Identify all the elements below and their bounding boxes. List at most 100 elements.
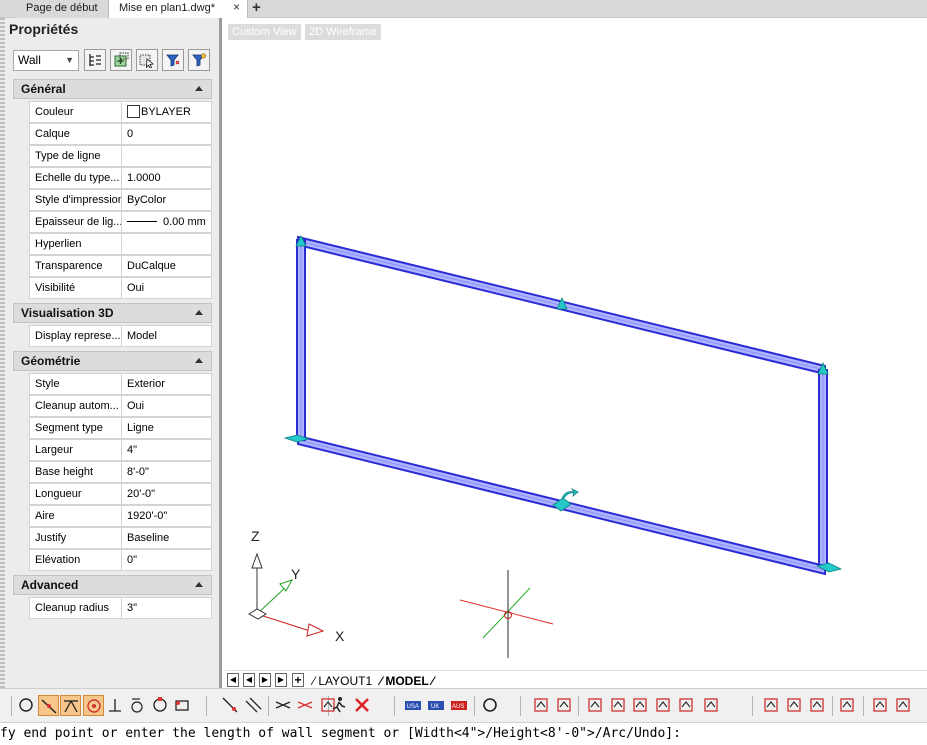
tab-start-page[interactable]: Page de début — [16, 0, 108, 18]
slab-button[interactable] — [653, 695, 674, 716]
property-value[interactable]: Baseline — [121, 527, 212, 549]
property-row[interactable]: Base height 8'-0" — [13, 461, 212, 483]
snap-insertion-button[interactable] — [172, 695, 193, 716]
column-button[interactable] — [676, 695, 697, 716]
snap-nearest-button[interactable] — [220, 695, 241, 716]
property-row[interactable]: Cleanup autom... Oui — [13, 395, 212, 417]
entity-type-select[interactable]: Wall ▼ — [13, 50, 79, 71]
wall-entity[interactable] — [296, 235, 828, 576]
property-row[interactable]: Type de ligne — [13, 145, 212, 167]
snap-parallel-button[interactable] — [243, 695, 264, 716]
snap-perpendicular-button[interactable] — [105, 695, 126, 716]
property-value[interactable]: Oui — [121, 395, 212, 417]
snap-intersection-button[interactable] — [295, 695, 316, 716]
command-line[interactable]: fy end point or enter the length of wall… — [0, 722, 927, 745]
tab-drawing[interactable]: Mise en plan1.dwg* — [108, 0, 248, 18]
property-value[interactable]: 4" — [121, 439, 212, 461]
drawing-canvas[interactable]: Custom View 2D Wireframe Z Y X — [225, 18, 927, 670]
snap-quadrant-button[interactable] — [150, 695, 171, 716]
property-value[interactable]: ByColor — [121, 189, 212, 211]
snap-node-button[interactable] — [83, 695, 104, 716]
first-layout-icon[interactable]: ◀ — [227, 673, 239, 687]
property-value[interactable]: Exterior — [121, 373, 212, 395]
toggle-pickadd-button[interactable] — [84, 49, 106, 71]
property-row[interactable]: Visibilité Oui — [13, 277, 212, 299]
property-row[interactable]: Calque 0 — [13, 123, 212, 145]
section-general-header[interactable]: Général — [13, 79, 212, 99]
property-value[interactable]: DuCalque — [121, 255, 212, 277]
roof-button[interactable] — [784, 695, 805, 716]
property-value[interactable]: 0 — [121, 123, 212, 145]
property-row[interactable]: Hyperlien — [13, 233, 212, 255]
add-layout-button[interactable]: + — [292, 673, 304, 687]
section-advanced-header[interactable]: Advanced — [13, 575, 212, 595]
last-layout-icon[interactable]: ▶ — [275, 673, 287, 687]
property-value[interactable]: 20'-0" — [121, 483, 212, 505]
property-row[interactable]: Elévation 0" — [13, 549, 212, 571]
space-button[interactable] — [837, 695, 858, 716]
snap-midpoint-button[interactable] — [38, 695, 59, 716]
property-row[interactable]: Style d'impression ByColor — [13, 189, 212, 211]
snap-tangent-button[interactable] — [127, 695, 148, 716]
property-value[interactable]: BYLAYER — [121, 101, 212, 123]
property-row[interactable]: Longueur 20'-0" — [13, 483, 212, 505]
track-button[interactable] — [329, 695, 350, 716]
quick-select-button[interactable] — [136, 49, 158, 71]
wall-button[interactable] — [531, 695, 552, 716]
close-tab-icon[interactable]: × — [233, 0, 240, 14]
beam-button[interactable] — [701, 695, 722, 716]
next-layout-icon[interactable]: ▶ — [259, 673, 271, 687]
property-value[interactable] — [121, 233, 212, 255]
snap-center-button[interactable] — [60, 695, 81, 716]
aus-button[interactable]: AUS — [449, 695, 470, 716]
property-value[interactable]: Oui — [121, 277, 212, 299]
opening-button[interactable] — [608, 695, 629, 716]
section-geometry-header[interactable]: Géométrie — [13, 351, 212, 371]
door-button[interactable] — [585, 695, 606, 716]
uk-button[interactable]: UK — [426, 695, 447, 716]
curtain-wall-button[interactable] — [807, 695, 828, 716]
tab-model[interactable]: ⁄ MODEL ⁄ — [380, 673, 434, 689]
property-row[interactable]: Cleanup radius 3" — [13, 597, 212, 619]
clear-snaps-button[interactable] — [352, 695, 373, 716]
property-row[interactable]: Justify Baseline — [13, 527, 212, 549]
filter-settings-button[interactable] — [188, 49, 210, 71]
zone-button[interactable] — [870, 695, 891, 716]
property-value[interactable]: Ligne — [121, 417, 212, 439]
stair-button[interactable] — [630, 695, 651, 716]
snap-endpoint-button[interactable] — [16, 695, 37, 716]
property-row[interactable]: Transparence DuCalque — [13, 255, 212, 277]
property-row[interactable]: Epaisseur de lig... 0.00 mm — [13, 211, 212, 233]
property-value[interactable]: Model — [121, 325, 212, 347]
collapse-arrow-icon[interactable] — [195, 582, 203, 587]
property-value[interactable]: 3" — [121, 597, 212, 619]
collapse-arrow-icon[interactable] — [195, 310, 203, 315]
property-value[interactable]: 0.00 mm — [121, 211, 212, 233]
grid-button[interactable] — [893, 695, 914, 716]
section-visualisation-header[interactable]: Visualisation 3D — [13, 303, 212, 323]
property-row[interactable]: Couleur BYLAYER — [13, 101, 212, 123]
property-row[interactable]: Segment type Ligne — [13, 417, 212, 439]
property-row[interactable]: Display represe... Model — [13, 325, 212, 347]
window-button[interactable] — [554, 695, 575, 716]
railing-button[interactable] — [761, 695, 782, 716]
property-value[interactable]: 0" — [121, 549, 212, 571]
collapse-arrow-icon[interactable] — [195, 86, 203, 91]
property-value[interactable] — [121, 145, 212, 167]
property-row[interactable]: Style Exterior — [13, 373, 212, 395]
filter-button[interactable] — [162, 49, 184, 71]
property-value[interactable]: 1920'-0" — [121, 505, 212, 527]
property-value[interactable]: 8'-0" — [121, 461, 212, 483]
select-objects-button[interactable] — [110, 49, 132, 71]
property-row[interactable]: Echelle du type... 1.0000 — [13, 167, 212, 189]
prev-layout-icon[interactable]: ◀ — [243, 673, 255, 687]
property-row[interactable]: Largeur 4" — [13, 439, 212, 461]
panel-grip-handle[interactable] — [0, 18, 5, 688]
circle-button[interactable] — [480, 695, 501, 716]
property-row[interactable]: Aire 1920'-0" — [13, 505, 212, 527]
tab-layout1[interactable]: ⁄ LAYOUT1 — [313, 673, 372, 689]
property-value[interactable]: 1.0000 — [121, 167, 212, 189]
snap-extension-button[interactable] — [273, 695, 294, 716]
usa-button[interactable]: USA — [403, 695, 424, 716]
collapse-arrow-icon[interactable] — [195, 358, 203, 363]
